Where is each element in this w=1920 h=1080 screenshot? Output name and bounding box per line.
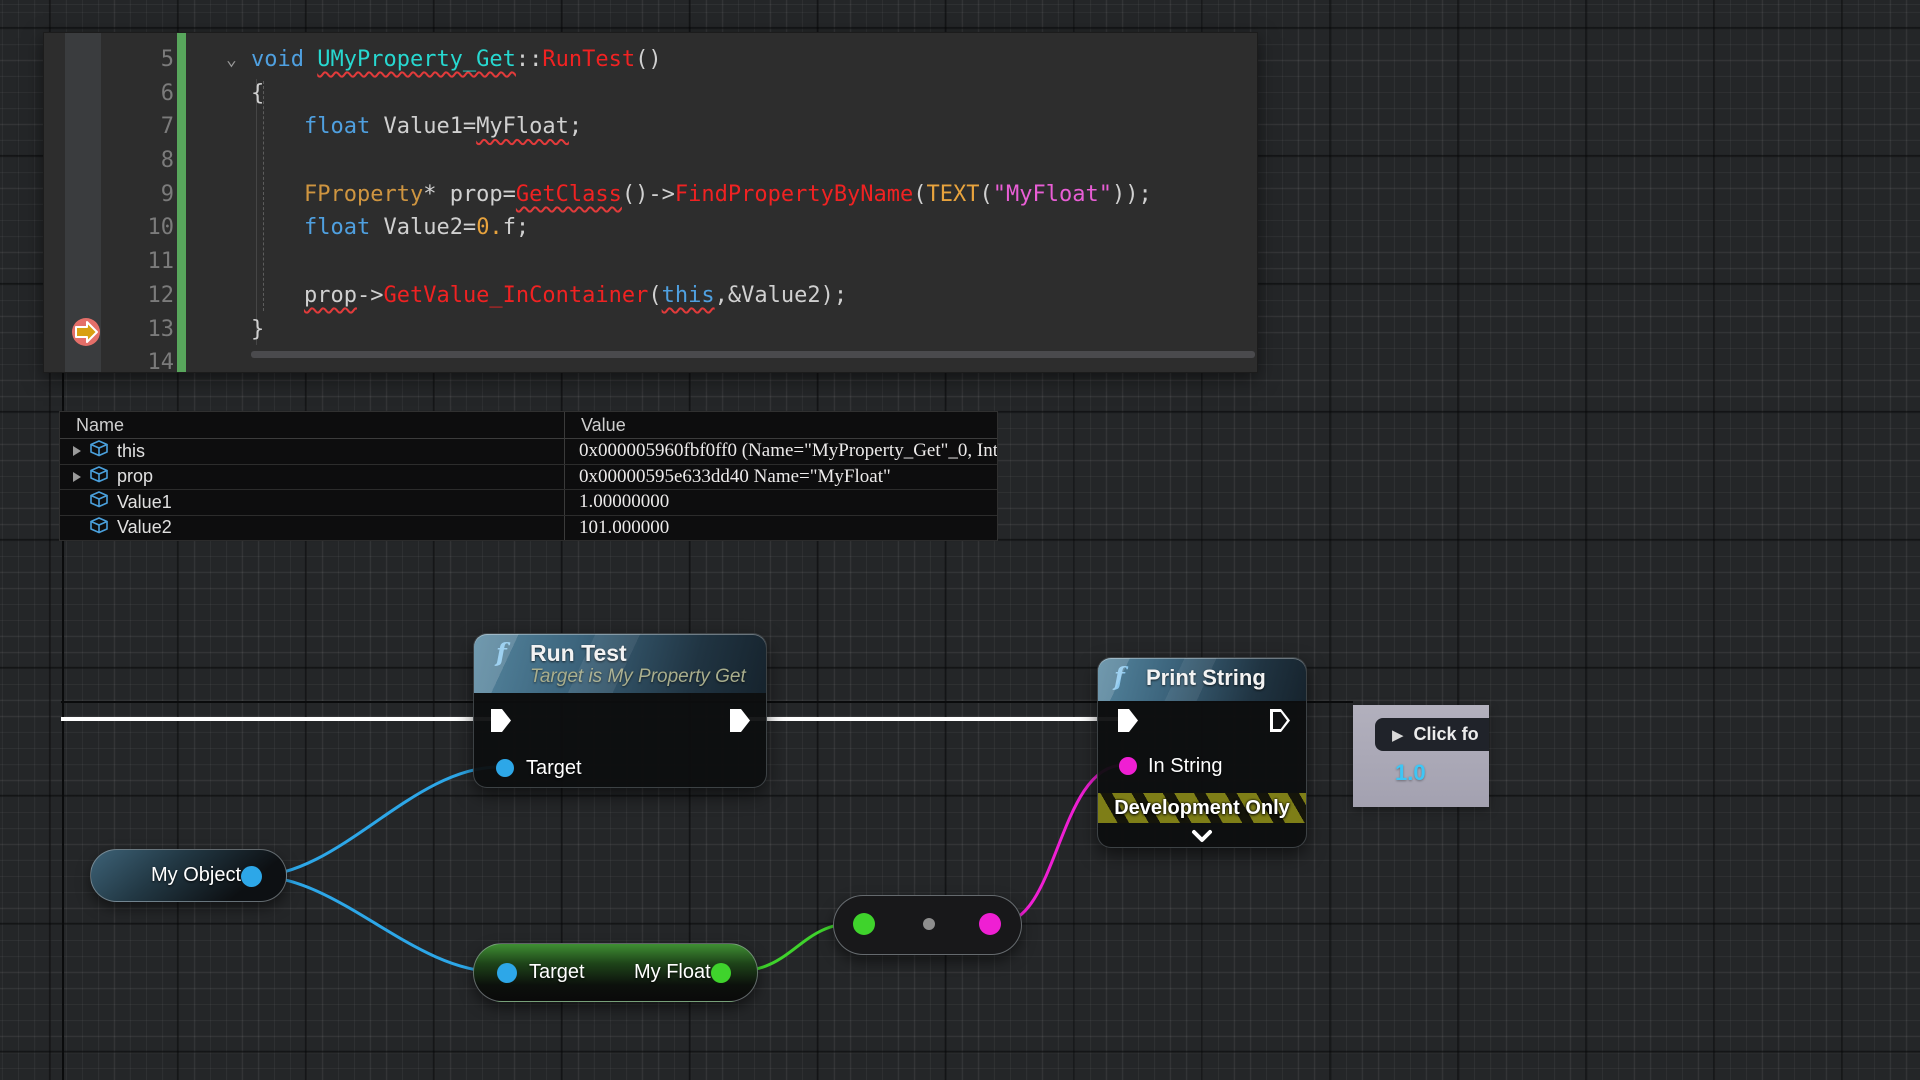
fold-chevron-icon[interactable]: ⌄ bbox=[226, 43, 237, 77]
code-editor-window: 567891011121314 ⌄void UMyProperty_Get::R… bbox=[43, 32, 1258, 373]
development-only-label: Development Only bbox=[1114, 797, 1290, 820]
variable-value: 0x00000595e633dd40 Name="MyFloat" bbox=[564, 465, 997, 490]
debug-execution-pointer-icon bbox=[69, 315, 103, 349]
function-icon: f bbox=[1114, 662, 1125, 691]
output-button-label: Click fo bbox=[1414, 724, 1479, 745]
print-string-header: f Print String bbox=[1098, 658, 1306, 701]
conversion-float-input-pin[interactable] bbox=[853, 913, 875, 935]
watch-row-Value1[interactable]: Value1 1.00000000 bbox=[60, 490, 997, 516]
watch-header-row: Name Value bbox=[60, 412, 997, 439]
code-line: ⌄void UMyProperty_Get::RunTest() bbox=[44, 43, 1257, 77]
variable-cube-icon bbox=[88, 490, 110, 514]
expand-triangle-icon[interactable] bbox=[73, 446, 81, 456]
code-line bbox=[44, 245, 1257, 279]
run-test-title: Run Test bbox=[530, 640, 627, 667]
watch-column-name[interactable]: Name bbox=[60, 415, 564, 436]
viewport-output-panel: ▶ Click fo 1.0 bbox=[1353, 705, 1489, 807]
object-wire-myobject-to-runtest bbox=[255, 767, 499, 876]
watch-row-Value2[interactable]: Value2 101.000000 bbox=[60, 516, 997, 542]
exec-input-pin[interactable] bbox=[491, 709, 511, 732]
cursor-arrow-icon: ▶ bbox=[1392, 726, 1404, 744]
exec-input-pin[interactable] bbox=[1118, 709, 1138, 732]
object-wire-myobject-to-getter bbox=[255, 876, 499, 972]
expand-chevron-icon[interactable] bbox=[1190, 829, 1214, 843]
variable-cube-icon bbox=[88, 439, 110, 463]
target-pin-label: Target bbox=[526, 757, 582, 780]
my-object-label: My Object bbox=[151, 864, 241, 887]
conversion-dot-icon bbox=[923, 918, 935, 930]
variable-value: 0x000005960fbf0ff0 (Name="MyProperty_Get… bbox=[564, 439, 997, 464]
target-input-pin[interactable] bbox=[496, 759, 514, 777]
in-string-pin-label: In String bbox=[1148, 755, 1222, 778]
node-my-object-getter[interactable]: My Object bbox=[90, 849, 287, 902]
code-text-area[interactable]: ⌄void UMyProperty_Get::RunTest(){ float … bbox=[44, 43, 1257, 373]
variable-cube-icon bbox=[88, 516, 110, 540]
variable-value: 101.000000 bbox=[564, 516, 997, 541]
my-object-output-pin[interactable] bbox=[241, 866, 262, 887]
in-string-input-pin[interactable] bbox=[1119, 757, 1137, 775]
my-float-output-label: My Float bbox=[634, 961, 711, 984]
getter-target-label: Target bbox=[529, 961, 585, 984]
variable-name: this bbox=[117, 441, 145, 462]
node-print-string[interactable]: f Print String In String Development Onl… bbox=[1097, 657, 1307, 848]
watch-row-this[interactable]: this 0x000005960fbf0ff0 (Name="MyProperty… bbox=[60, 439, 997, 465]
print-string-title: Print String bbox=[1146, 665, 1266, 691]
click-for-output-button[interactable]: ▶ Click fo bbox=[1375, 718, 1489, 751]
watch-rows: this 0x000005960fbf0ff0 (Name="MyProperty… bbox=[60, 439, 997, 541]
variable-cube-icon bbox=[88, 465, 110, 489]
code-line: float Value1=MyFloat; bbox=[44, 110, 1257, 144]
node-get-my-float[interactable]: Target My Float bbox=[473, 943, 758, 1002]
code-line bbox=[44, 144, 1257, 178]
development-only-banner: Development Only bbox=[1098, 793, 1306, 823]
exec-output-pin[interactable] bbox=[1270, 709, 1290, 732]
conversion-string-output-pin[interactable] bbox=[979, 913, 1001, 935]
code-line: } bbox=[44, 313, 1257, 347]
debug-watch-panel: Name Value this 0x000005960fbf0ff0 (Name=… bbox=[59, 411, 998, 541]
watch-column-value[interactable]: Value bbox=[564, 412, 997, 438]
node-run-test[interactable]: f Run Test Target is My Property Get Tar… bbox=[473, 633, 767, 788]
watch-row-prop[interactable]: prop 0x00000595e633dd40 Name="MyFloat" bbox=[60, 465, 997, 491]
run-test-header: f Run Test Target is My Property Get bbox=[474, 634, 766, 693]
run-test-subtitle: Target is My Property Get bbox=[530, 666, 746, 688]
horizontal-scrollbar[interactable] bbox=[251, 351, 1255, 358]
function-icon: f bbox=[496, 638, 507, 667]
node-float-to-string-conversion[interactable] bbox=[833, 895, 1022, 955]
variable-name: Value2 bbox=[117, 517, 172, 538]
code-line: float Value2=0.f; bbox=[44, 211, 1257, 245]
printed-string-value: 1.0 bbox=[1395, 760, 1426, 786]
variable-name: Value1 bbox=[117, 492, 172, 513]
getter-target-input-pin[interactable] bbox=[497, 963, 517, 983]
code-line: FProperty* prop=GetClass()->FindProperty… bbox=[44, 178, 1257, 212]
code-line: { bbox=[44, 77, 1257, 111]
blueprint-graph-canvas[interactable]: 567891011121314 ⌄void UMyProperty_Get::R… bbox=[0, 0, 1920, 1080]
variable-value: 1.00000000 bbox=[564, 490, 997, 515]
code-line: prop->GetValue_InContainer(this,&Value2)… bbox=[44, 279, 1257, 313]
expand-triangle-icon[interactable] bbox=[73, 472, 81, 482]
variable-name: prop bbox=[117, 466, 153, 487]
exec-output-pin[interactable] bbox=[730, 709, 750, 732]
my-float-output-pin[interactable] bbox=[711, 963, 731, 983]
